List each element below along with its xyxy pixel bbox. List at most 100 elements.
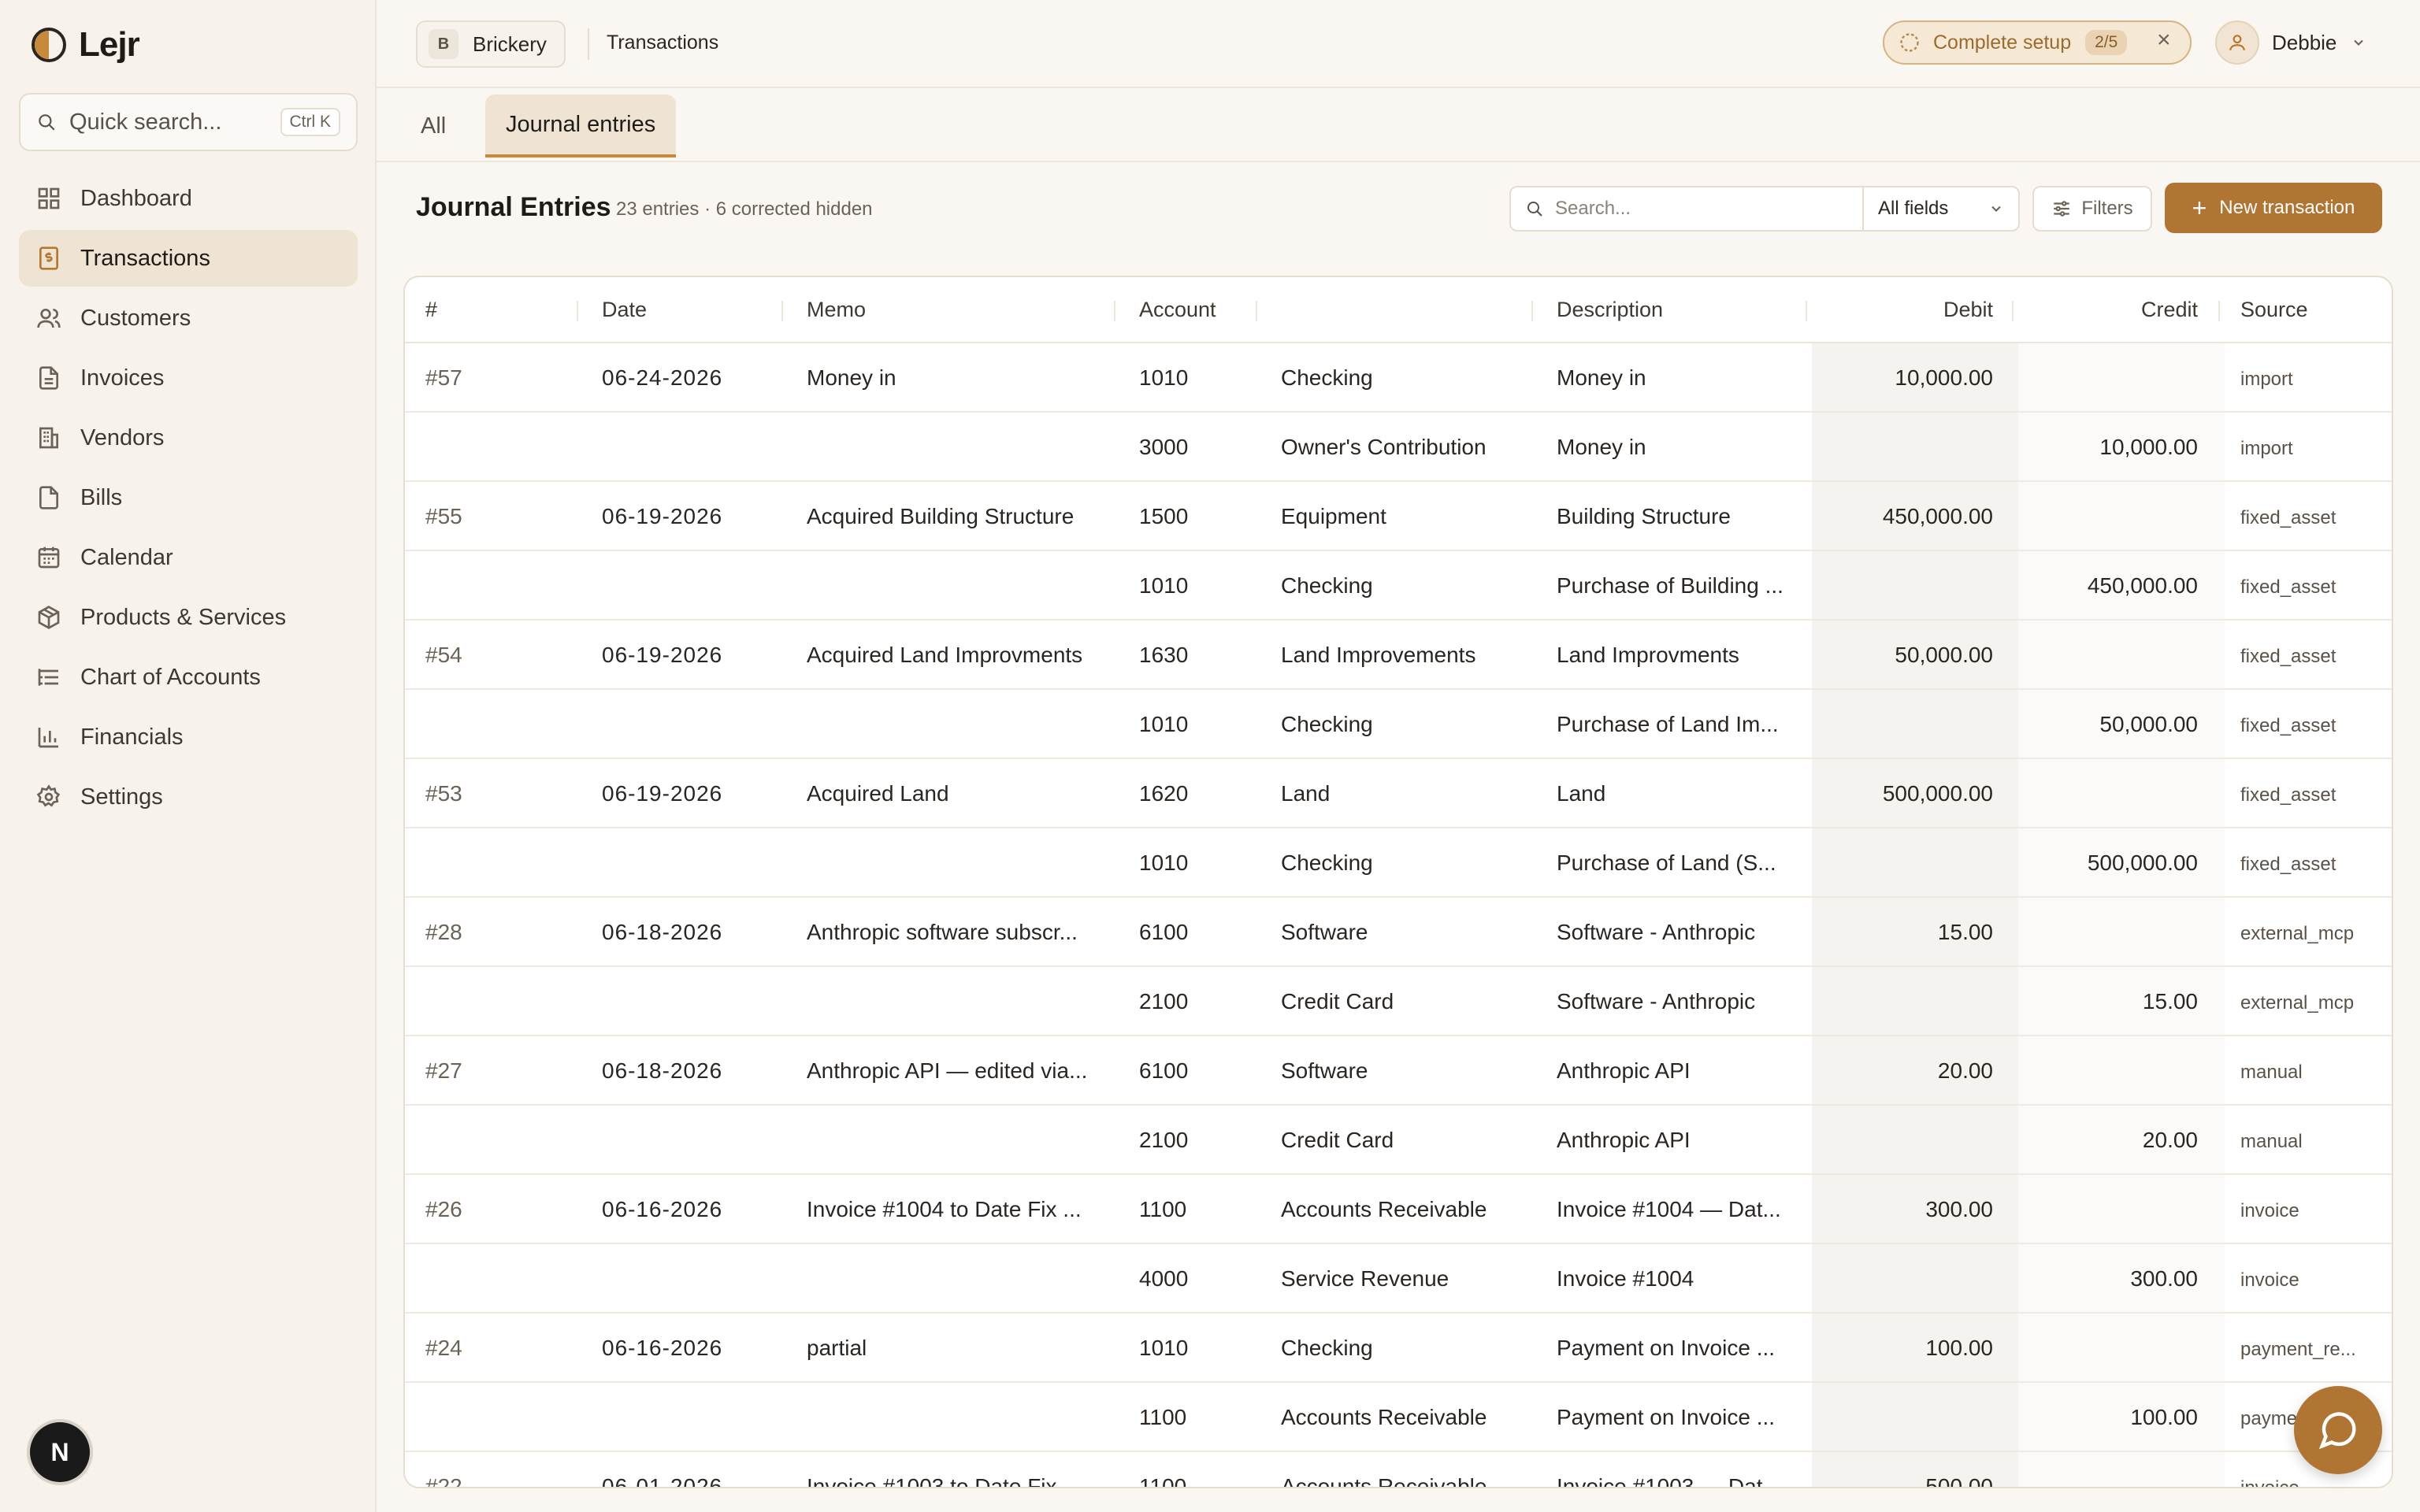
table-row[interactable]: 1010 Checking Purchase of Building ... 450,… [405,551,2392,621]
column-divider [1806,301,1807,321]
account-name: Equipment [1281,504,1386,528]
sidebar-item-invoices[interactable]: Invoices [19,350,358,406]
entry-date: 06-01-2026 [602,1474,723,1488]
table-row[interactable]: #28 06-18-2026 Anthropic software subscr..… [405,898,2392,967]
table-row[interactable]: 1010 Checking Purchase of Land (S... 500,00… [405,828,2392,898]
column-header-credit[interactable]: Credit [2141,298,2198,322]
line-description: Invoice #1004 [1557,1266,1694,1291]
entry-date: 06-19-2026 [602,504,723,528]
complete-setup-button[interactable]: Complete setup 2/5 [1883,20,2192,65]
search-icon [39,114,55,131]
sidebar-item-bills[interactable]: Bills [19,469,358,526]
filters-button[interactable]: Filters [2032,186,2152,232]
table-row[interactable]: #24 06-16-2026 partial 1010 Checking Payment … [405,1314,2392,1383]
column-header-date[interactable]: Date [602,298,647,322]
credit-column-shade [2018,621,2225,688]
sidebar-item-customers[interactable]: Customers [19,290,358,346]
column-divider [1256,301,1257,321]
source-tag: fixed_asset [2240,784,2336,806]
column-header-debit[interactable]: Debit [1943,298,1993,322]
column-header-description[interactable]: Description [1557,298,1663,322]
account-name: Service Revenue [1281,1266,1449,1291]
plus-icon: + [2192,193,2207,222]
entry-number: #55 [425,504,462,528]
column-header-memo[interactable]: Memo [807,298,866,322]
table-row[interactable]: 4000 Service Revenue Invoice #1004 300.00 in… [405,1244,2392,1314]
table-row[interactable]: #57 06-24-2026 Money in 1010 Checking Money i… [405,343,2392,413]
entry-memo: Invoice #1004 to Date Fix ... [807,1197,1082,1221]
customers-icon [37,309,61,328]
quick-search[interactable]: Quick search... Ctrl K [19,93,358,151]
table-row[interactable]: 2100 Credit Card Anthropic API 20.00 manual [405,1106,2392,1175]
table-row[interactable]: 2100 Credit Card Software - Anthropic 15.00… [405,967,2392,1036]
column-header-source[interactable]: Source [2240,298,2308,322]
table-row[interactable]: #26 06-16-2026 Invoice #1004 to Date Fix .… [405,1175,2392,1244]
entries-summary: 23 entries · 6 corrected hidden [616,198,873,220]
table-row[interactable]: 1100 Accounts Receivable Payment on Invoic… [405,1383,2392,1452]
account-number: 1100 [1139,1405,1187,1429]
column-header-account[interactable]: Account [1139,298,1216,322]
table-row[interactable]: #53 06-19-2026 Acquired Land 1620 Land Land 50… [405,759,2392,828]
table-row[interactable]: #22 06-01-2026 Invoice #1003 to Date Fix .… [405,1452,2392,1488]
sidebar-item-label: Bills [80,484,123,510]
source-tag: import [2240,369,2293,390]
sidebar-item-vendors[interactable]: Vendors [19,410,358,466]
setup-progress-badge: 2/5 [2085,30,2128,55]
entry-number: #27 [425,1058,462,1083]
tab-journal-entries[interactable]: Journal entries [485,94,677,158]
account-number: 6100 [1139,920,1189,944]
account-number: 1010 [1139,1336,1189,1360]
credit-amount: 450,000.00 [2087,573,2198,598]
source-tag: invoice [2240,1200,2299,1221]
filters-label: Filters [2081,198,2133,219]
company-switcher[interactable]: B Brickery [416,20,566,68]
sidebar-item-transactions[interactable]: Transactions [19,230,358,287]
entry-number: #24 [425,1336,462,1360]
credit-column-shade [2018,1452,2225,1487]
sidebar-item-calendar[interactable]: Calendar [19,529,358,586]
credit-column-shade [2018,1314,2225,1381]
account-number: 1010 [1139,573,1189,598]
entry-memo: Acquired Land Improvments [807,643,1083,667]
table-row[interactable]: 1010 Checking Purchase of Land Im... 50,000… [405,690,2392,759]
account-number: 1100 [1139,1197,1187,1221]
breadcrumb-divider [588,28,589,60]
new-transaction-button[interactable]: + New transaction [2165,183,2382,233]
tab-all[interactable]: All [400,94,466,158]
line-description: Invoice #1003 — Dat... [1557,1474,1781,1488]
sliders-icon [2054,201,2070,217]
table-search-input[interactable]: Search... [1509,186,1864,232]
workspace-avatar[interactable]: N [30,1422,90,1482]
field-select[interactable]: All fields [1862,186,2020,232]
chat-button[interactable] [2294,1386,2382,1474]
sidebar-item-products-services[interactable]: Products & Services [19,589,358,646]
table-row[interactable]: #55 06-19-2026 Acquired Building Structure… [405,482,2392,551]
table-row[interactable]: #54 06-19-2026 Acquired Land Improvments 16… [405,621,2392,690]
debit-amount: 500,000.00 [1882,781,1993,806]
debit-column-shade [1812,413,2018,480]
sidebar-item-label: Products & Services [80,604,287,630]
debit-amount: 100.00 [1925,1336,1993,1360]
column-header-number[interactable]: # [425,298,437,322]
entry-memo: Acquired Land [807,781,949,806]
sidebar-item-settings[interactable]: Settings [19,769,358,825]
user-menu[interactable]: Debbie [2215,20,2366,65]
sidebar-item-dashboard[interactable]: Dashboard [19,170,358,227]
user-icon [2229,35,2245,50]
source-tag: external_mcp [2240,992,2355,1014]
journal-entries-table: # Date Memo Account Description Debit Cr… [403,276,2393,1488]
products-icon [38,606,60,629]
close-icon[interactable]: × [2157,27,2171,54]
table-row[interactable]: 3000 Owner's Contribution Money in 10,000.0… [405,413,2392,482]
table-row[interactable]: #27 06-18-2026 Anthropic API — edited via.… [405,1036,2392,1106]
chevron-down-icon [1991,206,2001,212]
account-name: Credit Card [1281,1128,1394,1152]
debit-column-shade [1812,1383,2018,1451]
sidebar-item-financials[interactable]: Financials [19,709,358,765]
quick-search-placeholder: Quick search... [69,109,222,135]
sidebar-item-chart-of-accounts[interactable]: Chart of Accounts [19,649,358,706]
sidebar-item-label: Dashboard [80,185,192,211]
keyboard-shortcut-badge: Ctrl K [280,108,340,136]
app-logo[interactable]: Lejr [32,25,140,65]
line-description: Land [1557,781,1606,806]
